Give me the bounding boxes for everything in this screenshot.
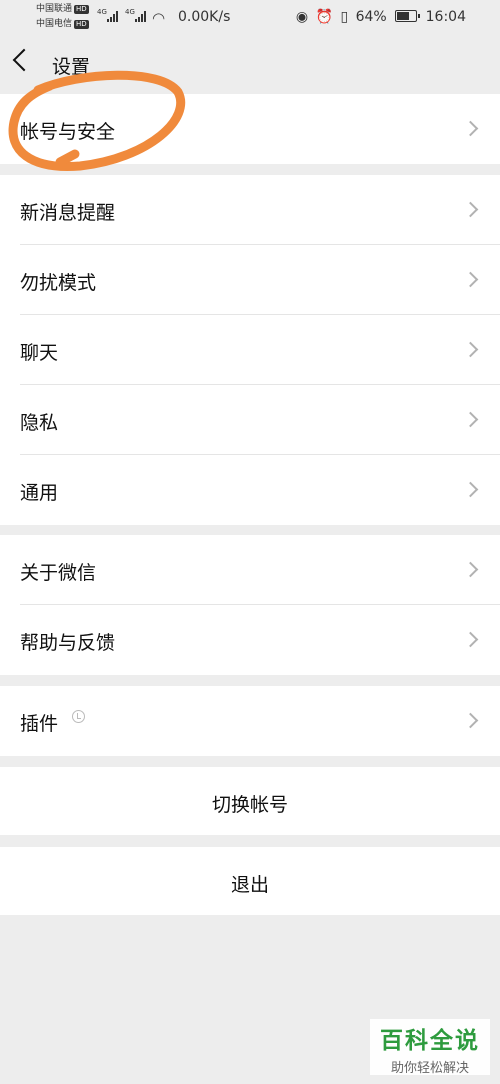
watermark-title: 百科全说 (380, 1028, 480, 1054)
settings-item-label: 帮助与反馈 (20, 632, 116, 654)
page-title: 设置 (52, 56, 91, 78)
network-speed: 0.00K/s (178, 9, 231, 25)
chevron-right-icon (462, 271, 479, 288)
battery-percent: 64% (355, 9, 387, 25)
switch-account-button[interactable]: 切换帐号 (0, 767, 500, 835)
chevron-right-icon (462, 341, 479, 358)
carrier-2-label: 中国电信 (36, 19, 73, 29)
settings-group-about: 关于微信 帮助与反馈 (0, 535, 500, 675)
settings-item-privacy[interactable]: 隐私 (0, 385, 500, 455)
settings-item-plugins[interactable]: 插件 (0, 686, 500, 756)
hd-badge: HD (74, 20, 89, 29)
header: 设置 (0, 36, 500, 92)
carrier-1: 中国联通 HD (36, 4, 89, 14)
settings-item-do-not-disturb[interactable]: 勿扰模式 (0, 245, 500, 315)
settings-item-label: 勿扰模式 (20, 272, 97, 294)
watermark-logo: 百科全说 助你轻松解决 (370, 1019, 490, 1076)
switch-account-label: 切换帐号 (211, 794, 288, 816)
chevron-right-icon (462, 120, 479, 137)
settings-item-label: 新消息提醒 (20, 202, 116, 224)
battery-icon (395, 10, 421, 22)
signal-icon (135, 10, 149, 22)
settings-item-about-wechat[interactable]: 关于微信 (0, 535, 500, 605)
chevron-right-icon (462, 561, 479, 578)
signal-icon (107, 10, 121, 22)
net-type-label: 4G (97, 8, 107, 16)
chevron-right-icon (462, 411, 479, 428)
back-arrow-icon[interactable] (12, 48, 36, 72)
settings-item-label: 隐私 (20, 412, 59, 434)
chevron-right-icon (462, 712, 479, 729)
settings-item-account-security[interactable]: 帐号与安全 (0, 94, 500, 164)
settings-group-account: 帐号与安全 (0, 94, 500, 164)
wifi-icon: ◠ (152, 9, 166, 27)
hd-badge: HD (74, 5, 89, 14)
eye-icon: ◉ (295, 9, 309, 25)
settings-item-label: 插件 (20, 713, 59, 735)
settings-item-notifications[interactable]: 新消息提醒 (0, 175, 500, 245)
settings-item-label: 关于微信 (20, 562, 97, 584)
carrier-1-label: 中国联通 (36, 4, 73, 14)
watermark-subtitle: 助你轻松解决 (390, 1061, 469, 1076)
settings-item-chat[interactable]: 聊天 (0, 315, 500, 385)
alarm-icon: ⏰ (315, 9, 333, 25)
net-type-label: 4G (125, 8, 135, 16)
chevron-right-icon (462, 481, 479, 498)
settings-item-help-feedback[interactable]: 帮助与反馈 (0, 605, 500, 675)
settings-item-label: 聊天 (20, 342, 59, 364)
settings-item-general[interactable]: 通用 (0, 455, 500, 525)
plugin-status-icon (72, 710, 85, 723)
logout-button[interactable]: 退出 (0, 847, 500, 915)
chevron-right-icon (462, 201, 479, 218)
settings-group-plugins: 插件 (0, 686, 500, 756)
status-right: ◉ ⏰ ▯ 64% 16:04 (296, 9, 466, 25)
status-bar: 中国联通 HD 中国电信 HD 4G 4G ◠ 0.00K/s ◉ ⏰ ▯ 64% … (0, 0, 500, 36)
logout-label: 退出 (230, 874, 269, 896)
settings-item-label: 通用 (20, 482, 59, 504)
settings-group-general: 新消息提醒 勿扰模式 聊天 隐私 通用 (0, 175, 500, 525)
chevron-right-icon (462, 631, 479, 648)
carrier-2: 中国电信 HD (36, 19, 89, 29)
settings-item-label: 帐号与安全 (20, 121, 116, 143)
clock-time: 16:04 (425, 9, 466, 25)
vibrate-icon: ▯ (340, 9, 349, 25)
